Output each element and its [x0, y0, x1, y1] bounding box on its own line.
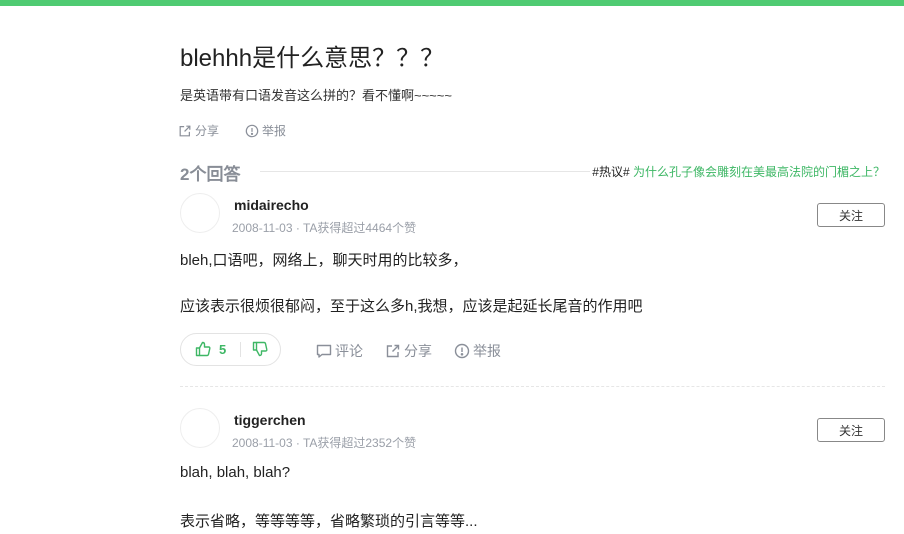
share-icon: [178, 124, 192, 138]
question-report-label: 举报: [262, 124, 287, 138]
answer-share-label: 分享: [404, 343, 432, 359]
answer-paragraph: 表示省略，等等等等，省略繁琐的引言等等...: [180, 513, 478, 530]
vote-widget: 5: [180, 333, 281, 366]
question-share-label: 分享: [195, 124, 220, 138]
report-icon: [454, 343, 470, 359]
thumbs-up-icon: [195, 341, 211, 357]
report-icon: [245, 124, 259, 138]
question-actions: 分享 举报: [178, 122, 286, 139]
answer-actions: 评论 分享 举报: [316, 341, 501, 361]
answer-report-button[interactable]: 举报: [454, 341, 501, 361]
vote-separator: [240, 342, 241, 357]
answer-paragraph: bleh,口语吧，网络上，聊天时用的比较多，: [180, 252, 468, 269]
upvote-button[interactable]: 5: [195, 341, 226, 357]
answer-username[interactable]: midairecho: [234, 197, 309, 213]
share-icon: [385, 343, 401, 359]
answers-header-divider: [260, 171, 590, 172]
answers-header: 2个回答 #热议# 为什么孔子像会雕刻在美最高法院的门楣之上？: [180, 160, 885, 184]
top-accent-bar: [0, 0, 904, 6]
answer-report-label: 举报: [473, 343, 501, 359]
answer-card: midairecho 2008-11-03 · TA获得超过4464个赞 关注 …: [180, 193, 885, 393]
answer-meta: 2008-11-03 · TA获得超过2352个赞: [232, 436, 417, 450]
follow-button[interactable]: 关注: [817, 418, 885, 442]
answer-paragraph: 应该表示很烦很郁闷，至于这么多h,我想，应该是起延长尾音的作用吧: [180, 298, 643, 315]
answers-count: 2个回答: [180, 165, 241, 184]
hot-topic-tag: #热议#: [592, 165, 630, 179]
upvote-count: 5: [219, 341, 227, 357]
hot-topic: #热议# 为什么孔子像会雕刻在美最高法院的门楣之上？: [592, 163, 885, 180]
avatar[interactable]: [180, 193, 220, 233]
answer-card: tiggerchen 2008-11-03 · TA获得超过2352个赞 关注 …: [180, 408, 885, 534]
follow-button[interactable]: 关注: [817, 203, 885, 227]
answer-paragraph: blah, blah, blah?: [180, 464, 291, 481]
question-title: blehhh是什么意思？？？: [180, 45, 445, 72]
thumbs-down-icon: [252, 341, 268, 357]
question-report-button[interactable]: 举报: [245, 122, 286, 139]
answer-username[interactable]: tiggerchen: [234, 412, 306, 428]
answer-divider: [180, 386, 885, 387]
answer-meta: 2008-11-03 · TA获得超过4464个赞: [232, 221, 417, 235]
question-share-button[interactable]: 分享: [178, 122, 219, 139]
comment-icon: [316, 343, 332, 359]
hot-topic-link[interactable]: 为什么孔子像会雕刻在美最高法院的门楣之上？: [630, 165, 885, 179]
comment-label: 评论: [335, 343, 363, 359]
question-description: 是英语带有口语发音这么拼的？看不懂啊~~~~~: [180, 88, 452, 103]
comment-button[interactable]: 评论: [316, 341, 363, 361]
avatar[interactable]: [180, 408, 220, 448]
answer-share-button[interactable]: 分享: [385, 341, 432, 361]
downvote-button[interactable]: [252, 341, 268, 362]
